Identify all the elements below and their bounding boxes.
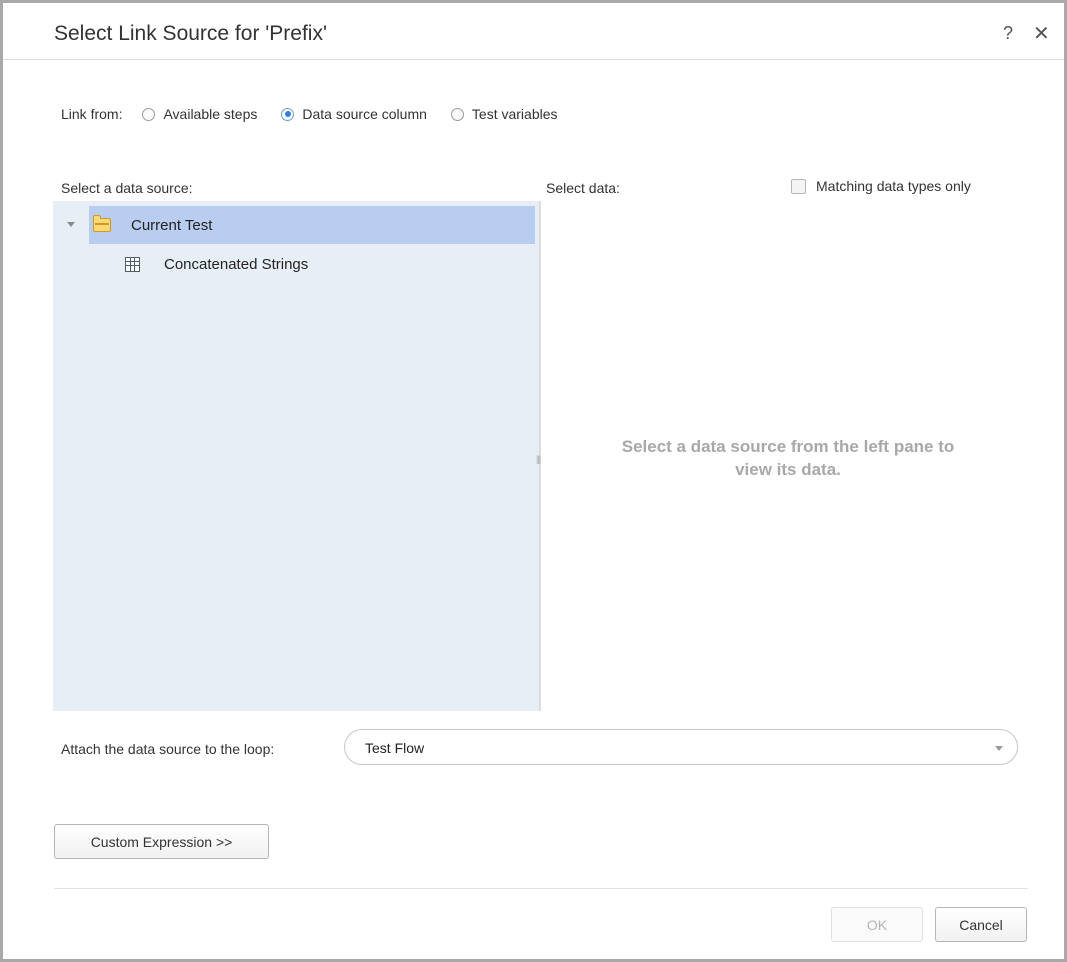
- attach-loop-label: Attach the data source to the loop:: [61, 741, 275, 757]
- tree-item-label: Current Test: [131, 216, 213, 234]
- radio-test-variables[interactable]: Test variables: [450, 106, 558, 122]
- dialog-title: Select Link Source for 'Prefix': [54, 22, 327, 45]
- select-data-source-label: Select a data source:: [61, 180, 193, 196]
- collapse-toggle-icon[interactable]: [67, 222, 75, 227]
- matching-data-types-checkbox[interactable]: Matching data types only: [791, 178, 971, 194]
- loop-select[interactable]: Test Flow: [344, 729, 1018, 765]
- checkbox-icon[interactable]: [791, 178, 806, 194]
- link-from-group: Link from: Available steps Data source c…: [61, 103, 582, 125]
- tree-item-concatenated-strings[interactable]: Concatenated Strings: [125, 251, 308, 277]
- cancel-button[interactable]: Cancel: [935, 907, 1027, 942]
- empty-data-message: Select a data source from the left pane …: [563, 435, 1013, 481]
- ok-button[interactable]: OK: [831, 907, 923, 942]
- chevron-down-icon: [995, 746, 1003, 751]
- tree-item-current-test[interactable]: Current Test: [89, 206, 535, 244]
- data-source-tree: Current Test Concatenated Strings: [53, 201, 539, 711]
- empty-message-line: Select a data source from the left pane …: [621, 437, 955, 456]
- radio-label: Test variables: [471, 106, 558, 122]
- help-icon[interactable]: ?: [1003, 23, 1013, 44]
- radio-button-icon[interactable]: [450, 107, 464, 121]
- custom-expression-button[interactable]: Custom Expression >>: [54, 824, 269, 859]
- matching-data-types-label: Matching data types only: [816, 178, 971, 194]
- radio-button-icon[interactable]: [142, 107, 156, 121]
- close-icon[interactable]: ✕: [1033, 21, 1050, 46]
- select-link-source-dialog: Select Link Source for 'Prefix' ? ✕ Link…: [0, 0, 1067, 962]
- radio-label: Available steps: [163, 106, 258, 122]
- radio-button-checked-icon[interactable]: [281, 107, 295, 121]
- table-icon: [125, 256, 140, 272]
- footer-divider: [54, 888, 1028, 889]
- dialog-titlebar: Select Link Source for 'Prefix' ? ✕: [3, 3, 1064, 60]
- radio-label: Data source column: [302, 106, 427, 122]
- splitter-grip-icon[interactable]: |||: [536, 454, 541, 464]
- tree-item-label: Concatenated Strings: [164, 255, 309, 273]
- select-data-label: Select data:: [546, 180, 620, 196]
- folder-icon: [93, 215, 111, 232]
- link-from-label: Link from:: [61, 106, 123, 122]
- empty-message-line: view its data.: [735, 460, 841, 479]
- radio-data-source-column[interactable]: Data source column: [281, 106, 427, 122]
- radio-available-steps[interactable]: Available steps: [142, 106, 257, 122]
- loop-select-value: Test Flow: [365, 740, 425, 756]
